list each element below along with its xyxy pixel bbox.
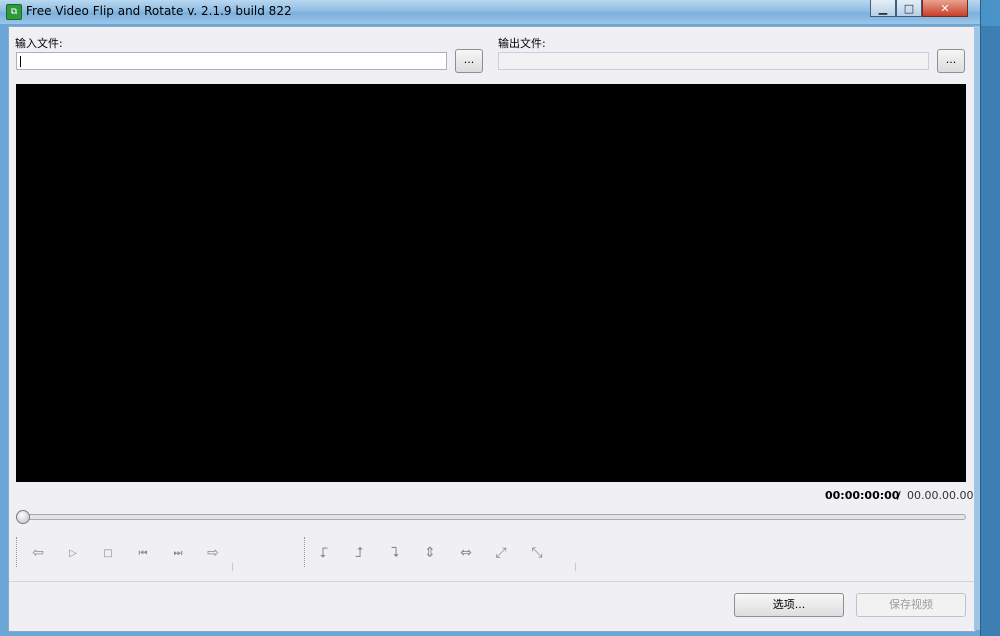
window-controls: ▁ □ ✕ <box>870 0 968 18</box>
video-preview <box>16 84 966 482</box>
toolbar-separator <box>575 563 576 571</box>
time-separator: / <box>897 489 901 502</box>
app-icon: ⧉ <box>6 4 22 20</box>
close-button[interactable]: ✕ <box>922 0 968 17</box>
transverse-icon[interactable]: ⤡ <box>526 542 548 564</box>
text-caret <box>20 56 21 67</box>
window-title: Free Video Flip and Rotate v. 2.1.9 buil… <box>26 4 292 18</box>
save-video-button[interactable]: 保存视频 <box>856 593 966 617</box>
window-frame-right <box>974 26 980 630</box>
seek-slider[interactable] <box>16 514 966 520</box>
output-browse-button[interactable]: ... <box>937 49 965 73</box>
next-frame-icon[interactable]: ⏭ <box>167 542 189 564</box>
output-file-field[interactable] <box>498 52 929 70</box>
prev-frame-icon[interactable]: ⏮ <box>132 542 154 564</box>
seek-slider-thumb[interactable] <box>16 510 30 524</box>
rotate-left-icon[interactable]: ⮦ <box>313 542 335 564</box>
input-browse-button[interactable]: ... <box>455 49 483 73</box>
title-bar[interactable]: ⧉ Free Video Flip and Rotate v. 2.1.9 bu… <box>0 0 980 24</box>
total-time: 00.00.00.00 <box>907 489 974 502</box>
maximize-button[interactable]: □ <box>896 0 922 17</box>
toolbar-grip <box>16 537 18 567</box>
transpose-icon[interactable]: ⤢ <box>490 542 512 564</box>
input-file-label: 输入文件: <box>15 37 63 50</box>
flip-horizontal-icon[interactable]: ⇔ <box>455 542 477 564</box>
toolbar-grip <box>304 537 306 567</box>
main-panel: 输入文件: ... 输出文件: ... 00:00:00:00 / 00.00.… <box>8 26 976 632</box>
back-icon[interactable]: ⇦ <box>27 542 49 564</box>
play-icon[interactable]: ▷ <box>62 542 84 564</box>
toolbar-separator <box>232 563 233 571</box>
divider <box>9 581 975 582</box>
stop-icon[interactable]: □ <box>97 542 119 564</box>
input-file-field[interactable] <box>16 52 447 70</box>
rotate-right-icon[interactable]: ⮥ <box>348 542 370 564</box>
app-window: ⧉ Free Video Flip and Rotate v. 2.1.9 bu… <box>0 0 981 636</box>
minimize-button[interactable]: ▁ <box>870 0 896 17</box>
rotate-180-icon[interactable]: ⮧ <box>384 542 406 564</box>
options-button[interactable]: 选项... <box>734 593 844 617</box>
forward-icon[interactable]: ⇨ <box>202 542 224 564</box>
current-time: 00:00:00:00 <box>825 489 900 502</box>
flip-vertical-icon[interactable]: ⇕ <box>419 542 441 564</box>
output-file-label: 输出文件: <box>498 37 546 50</box>
